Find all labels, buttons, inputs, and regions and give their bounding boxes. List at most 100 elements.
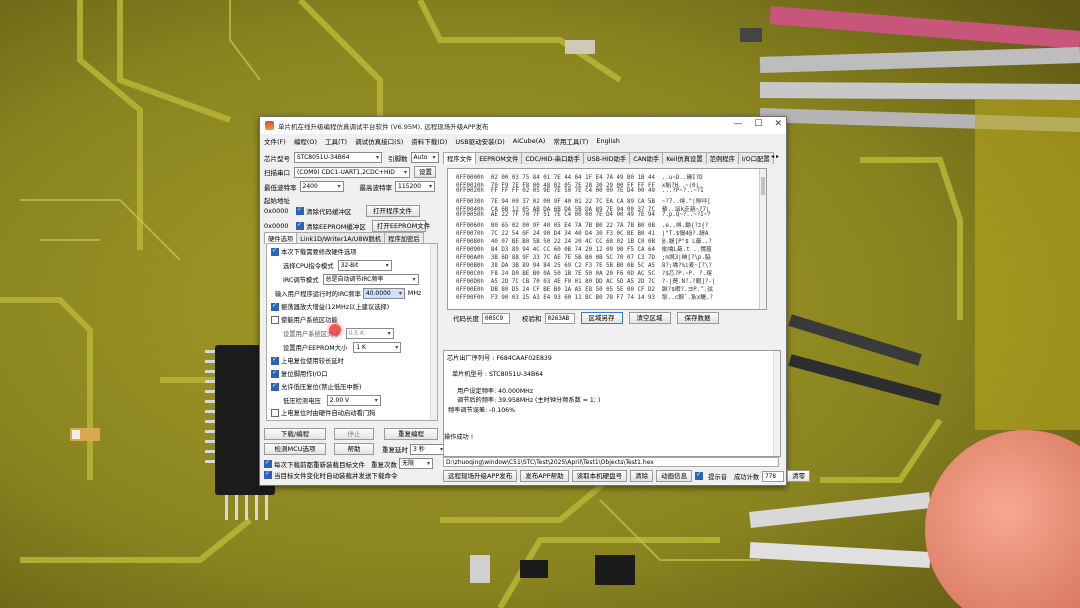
open-program-button[interactable]: 打开程序文件 bbox=[365, 205, 420, 217]
hex-line: 0FF0050h AE 22 7F 70 7F 51 7E C4 00 00 7… bbox=[456, 212, 711, 218]
code-len-field: 005C9 bbox=[482, 312, 510, 324]
max-baud-label: 最高波特率 bbox=[359, 183, 393, 192]
stc-isp-window: 单片机在线升级编程仿真调试平台软件 (V6.95M), 远程现场升级APP发布 … bbox=[259, 116, 811, 486]
long-delay-label: 上电复位使用较长延时 bbox=[281, 358, 344, 365]
output-log[interactable]: 芯片出厂序列号 : F684CAAF02E839 单片机型号 : STC8051… bbox=[443, 350, 781, 457]
menu-english[interactable]: English bbox=[596, 137, 619, 145]
clear-zero-button[interactable]: 清零 bbox=[787, 470, 811, 482]
window-controls: — ☐ ✕ bbox=[733, 119, 782, 129]
menu-debug[interactable]: 调试仿真接口(S) bbox=[355, 136, 403, 146]
pin-label: 引脚数 bbox=[388, 154, 408, 163]
repeat-delay-select[interactable]: 3 秒 bbox=[410, 443, 446, 455]
tab-scroll-arrows[interactable]: ◂ ▸ bbox=[771, 153, 779, 160]
clear-log-button[interactable]: 清除 bbox=[630, 470, 654, 482]
freq-input[interactable]: 40.0000 bbox=[362, 288, 405, 299]
freq-label: 输入用户程序运行时的IRC频率 bbox=[275, 291, 361, 298]
repeat-count-select[interactable]: 无限 bbox=[399, 458, 433, 469]
publish-app-button[interactable]: 远程现场升级APP发布 bbox=[443, 470, 518, 482]
sys-area-checkbox[interactable] bbox=[271, 315, 279, 324]
menu-aicube[interactable]: AiCube(A) bbox=[513, 137, 546, 145]
eeprom-size-label: 设置用户EEPROM大小 bbox=[283, 345, 348, 352]
menu-tools[interactable]: 工具(T) bbox=[325, 136, 347, 146]
animation-button[interactable]: 动画信息 bbox=[656, 470, 693, 482]
clear-eeprom-checkbox[interactable] bbox=[296, 221, 304, 230]
menu-file[interactable]: 文件(F) bbox=[264, 136, 286, 146]
irc-mode-label: IRC调节模式 bbox=[283, 277, 319, 284]
reprogram-button[interactable]: 重复编程 bbox=[384, 428, 438, 440]
log-success: 操作成功 ! bbox=[444, 434, 474, 441]
file-path-bar: D:\zhuoqing\window\C51\STC\Test\2025\Apr… bbox=[443, 457, 779, 467]
start-addr-label: 起始地址 bbox=[264, 197, 290, 205]
hardware-options-panel: 本次下载需要修改硬件选项 选择CPU指令模式32-Bit IRC调节模式总是自动… bbox=[266, 243, 438, 421]
clear-code-label: 清除代码缓冲区 bbox=[306, 208, 352, 216]
tab-can[interactable]: CAN助手 bbox=[629, 152, 664, 164]
log-scrollbar[interactable] bbox=[773, 351, 780, 456]
clear-code-checkbox[interactable] bbox=[296, 206, 304, 215]
log-model: 单片机型号 : STC8051U-34B64 bbox=[452, 371, 544, 378]
hw-wdt-checkbox[interactable] bbox=[271, 408, 279, 417]
repeat-delay-label: 重复延时 bbox=[382, 446, 408, 454]
hex-scrollbar[interactable] bbox=[759, 169, 766, 309]
tab-eeprom-file[interactable]: EEPROM文件 bbox=[475, 152, 523, 164]
log-adjusted-freq: 调节后的频率: 39.958MHz (主时钟分频系数 = 1; ) bbox=[457, 397, 601, 404]
tab-io-config[interactable]: I/O口配置 bbox=[737, 152, 774, 164]
pin-select[interactable]: Auto bbox=[410, 152, 439, 163]
reload-label: 每次下载前都重新装载目标文件 bbox=[274, 460, 365, 469]
freq-unit: MHz bbox=[407, 290, 422, 297]
hex-view[interactable]: 0FF0000h 02 00 03 75 84 01 7E 44 04 1F E… bbox=[447, 168, 767, 310]
min-baud-select[interactable]: 2400 bbox=[299, 181, 344, 192]
lvd-select[interactable]: 2.00 V bbox=[326, 395, 381, 406]
maximize-icon[interactable]: ☐ bbox=[754, 119, 762, 129]
cpu-mode-select[interactable]: 32-Bit bbox=[337, 260, 392, 271]
menu-usb-driver[interactable]: USB驱动安装(D) bbox=[455, 136, 504, 146]
download-program-button[interactable]: 下载/编程 bbox=[264, 428, 326, 440]
tab-program-file[interactable]: 程序文件 bbox=[443, 152, 477, 164]
max-baud-select[interactable]: 115200 bbox=[395, 181, 435, 192]
reset-pin-checkbox[interactable] bbox=[271, 369, 279, 378]
chip-select[interactable]: STC8051U-34B64 bbox=[294, 152, 382, 163]
eeprom-size-select[interactable]: 1 K bbox=[353, 342, 402, 353]
close-icon[interactable]: ✕ bbox=[774, 119, 782, 129]
irc-mode-select[interactable]: 总是自动调节IRC频率 bbox=[322, 274, 419, 285]
prompt-sound-checkbox[interactable] bbox=[695, 471, 704, 480]
tab-keil[interactable]: Keil仿真设置 bbox=[662, 152, 707, 164]
stop-button[interactable]: 停止 bbox=[334, 428, 374, 440]
long-delay-checkbox[interactable] bbox=[271, 356, 279, 365]
auto-send-checkbox[interactable] bbox=[264, 470, 272, 479]
help-button[interactable]: 帮助 bbox=[334, 443, 374, 455]
release-help-button[interactable]: 发布APP帮助 bbox=[520, 470, 569, 482]
amp-checkbox[interactable] bbox=[271, 302, 279, 311]
minimize-icon[interactable]: — bbox=[733, 119, 742, 129]
hw-scrollbar[interactable] bbox=[430, 244, 437, 420]
menu-download[interactable]: 资料下载(D) bbox=[411, 136, 447, 146]
log-user-freq: 用户设定频率: 40.000MHz bbox=[457, 388, 534, 395]
save-data-button[interactable]: 保存数据 bbox=[676, 312, 719, 324]
scan-port-button[interactable]: 扫描串口 bbox=[264, 167, 290, 177]
lvr-checkbox[interactable] bbox=[271, 382, 279, 391]
left-panel: 芯片型号 STC8051U-34B64 引脚数 Auto 扫描串口 (COM9)… bbox=[264, 150, 446, 485]
tab-cdc-hid[interactable]: CDC/HID-串口助手 bbox=[521, 152, 584, 164]
read-disk-button[interactable]: 读取本机硬盘号 bbox=[571, 470, 628, 482]
modify-hw-checkbox[interactable] bbox=[271, 247, 279, 256]
cpu-mode-label: 选择CPU指令模式 bbox=[283, 263, 334, 270]
right-tabs: 程序文件 EEPROM文件 CDC/HID-串口助手 USB-HID助手 CAN… bbox=[443, 152, 774, 164]
clear-area-button[interactable]: 清空区域 bbox=[628, 312, 671, 324]
sys-area-size-select[interactable]: 0.5 K bbox=[345, 328, 394, 339]
checksum-field: 0263AB bbox=[544, 312, 575, 324]
reload-checkbox[interactable] bbox=[264, 459, 272, 468]
lvr-label: 允许低压复位(禁止低压中断) bbox=[281, 384, 362, 391]
settings-button[interactable]: 设置 bbox=[414, 166, 436, 178]
tab-usb-hid[interactable]: USB-HID助手 bbox=[582, 152, 631, 164]
menu-common-tools[interactable]: 常用工具(T) bbox=[553, 136, 588, 146]
menu-bar: 文件(F) 编程(O) 工具(T) 调试仿真接口(S) 资料下载(D) USB驱… bbox=[260, 134, 786, 148]
save-area-button[interactable]: 区域另存 bbox=[580, 312, 623, 324]
eeprom-start-addr[interactable]: 0x0000 bbox=[264, 222, 292, 230]
check-mcu-button[interactable]: 检测MCU选项 bbox=[264, 443, 326, 455]
code-start-addr[interactable]: 0x0000 bbox=[264, 207, 292, 215]
tab-examples[interactable]: 范例程序 bbox=[705, 152, 739, 164]
open-eeprom-button[interactable]: 打开EEPROM文件 bbox=[371, 220, 430, 232]
checksum-label: 校验和 bbox=[522, 315, 542, 323]
port-select[interactable]: (COM9) CDC1-UART1,2CDC+HID bbox=[294, 166, 410, 178]
menu-program[interactable]: 编程(O) bbox=[294, 136, 317, 146]
success-count-label: 成功计数 bbox=[733, 473, 760, 481]
